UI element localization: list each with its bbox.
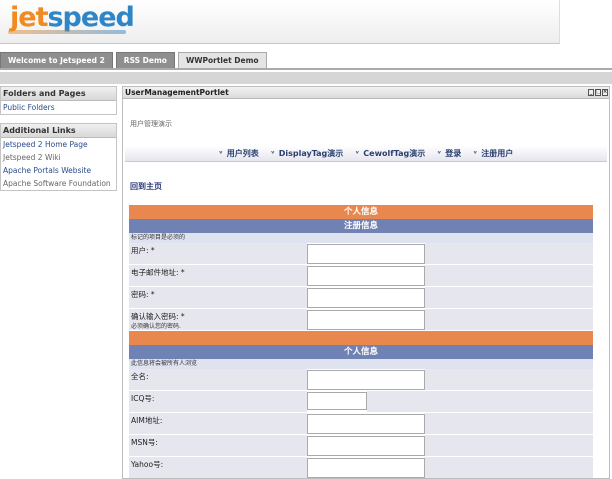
section-personal-info-2: 个人信息 (129, 345, 593, 359)
portlet-window-controls: _ □ × (588, 89, 608, 96)
msn-input[interactable] (307, 436, 425, 456)
nav-label: 用户列表 (226, 149, 259, 158)
public-hint: 此信息将会被所有人浏览 (129, 359, 593, 369)
logo-text-speed: speed (47, 2, 134, 33)
back-home-link[interactable]: 回到主页 (130, 181, 162, 192)
nav-login[interactable]: ᵛ 登录 (437, 148, 461, 159)
nav-label: CewolfTag演示 (363, 149, 426, 158)
form-row: 密码: * (129, 287, 593, 309)
sidebar: Folders and Pages Public Folders Additio… (0, 86, 117, 199)
tab-wwportlet-demo[interactable]: WWPortlet Demo (177, 52, 267, 68)
password-label: 密码: * (129, 287, 307, 308)
sidebar-link-home-page[interactable]: Jetspeed 2 Home Page (1, 138, 116, 151)
yahoo-input[interactable] (307, 458, 425, 478)
form-row: 确认输入密码: * 必须确认您的密码. (129, 309, 593, 331)
sidebar-link-asf[interactable]: Apache Software Foundation (1, 177, 116, 190)
password-input[interactable] (307, 288, 425, 308)
nav-arrow-icon: ᵛ (473, 149, 478, 158)
nav-user-list[interactable]: ᵛ 用户列表 (219, 148, 259, 159)
msn-label: MSN号: (129, 435, 307, 456)
yahoo-label: Yahoo号: (129, 457, 307, 478)
confirm-password-label-text: 确认输入密码: * (131, 312, 185, 321)
registration-form: 个人信息 注册信息 标记的项目是必须的 用户: * 电子邮件地址: * 密码: … (129, 205, 593, 478)
icq-input[interactable] (307, 392, 367, 410)
jetspeed-logo[interactable]: jetspeed (10, 2, 135, 33)
section-divider-orange (129, 331, 593, 345)
username-input[interactable] (307, 244, 425, 264)
portlet-subtitle: 用户管理演示 (130, 120, 172, 128)
sidebar-link-public-folders[interactable]: Public Folders (1, 101, 116, 114)
form-row: MSN号: (129, 435, 593, 457)
links-title: Additional Links (1, 124, 116, 138)
nav-arrow-icon: ᵛ (218, 149, 223, 158)
tabbar-divider (0, 68, 612, 70)
aim-label: AIM地址: (129, 413, 307, 434)
folders-section: Folders and Pages Public Folders (0, 86, 117, 115)
fullname-label: 全名: (129, 369, 307, 390)
sidebar-link-wiki[interactable]: Jetspeed 2 Wiki (1, 151, 116, 164)
aim-input[interactable] (307, 414, 425, 434)
tab-rss-demo[interactable]: RSS Demo (115, 52, 175, 68)
nav-cewolftag[interactable]: ᵛ CewolfTag演示 (355, 148, 425, 159)
form-row: 电子邮件地址: * (129, 265, 593, 287)
icq-label: ICQ号: (129, 391, 307, 412)
form-row: AIM地址: (129, 413, 593, 435)
nav-arrow-icon: ᵛ (437, 149, 442, 158)
email-label: 电子邮件地址: * (129, 265, 307, 286)
portlet-nav: ᵛ 用户列表 ᵛ DisplayTag演示 ᵛ CewolfTag演示 ᵛ 登录 ᵛ 注册… (125, 146, 607, 162)
portlet-title: UserManagementPortlet (125, 88, 229, 97)
fullname-input[interactable] (307, 370, 425, 390)
minimize-icon[interactable]: _ (588, 89, 594, 96)
confirm-password-hint: 必须确认您的密码. (131, 323, 181, 330)
nav-label: DisplayTag演示 (278, 149, 344, 158)
links-section: Additional Links Jetspeed 2 Home Page Je… (0, 123, 117, 191)
form-row: ICQ号: (129, 391, 593, 413)
portlet-title-bar: UserManagementPortlet _ □ × (123, 87, 609, 99)
nav-register[interactable]: ᵛ 注册用户 (473, 148, 513, 159)
nav-arrow-icon: ᵛ (270, 149, 275, 158)
user-management-portlet: UserManagementPortlet _ □ × 用户管理演示 ᵛ 用户列表… (122, 86, 610, 479)
confirm-password-label: 确认输入密码: * 必须确认您的密码. (129, 309, 307, 330)
confirm-password-input[interactable] (307, 310, 425, 330)
nav-displaytag[interactable]: ᵛ DisplayTag演示 (271, 148, 344, 159)
email-input[interactable] (307, 266, 425, 286)
nav-arrow-icon: ᵛ (355, 149, 360, 158)
folders-title: Folders and Pages (1, 87, 116, 101)
username-label: 用户: * (129, 243, 307, 264)
close-icon[interactable]: × (602, 89, 608, 96)
tab-welcome[interactable]: Welcome to Jetspeed 2 (0, 52, 113, 68)
menu-band (0, 72, 612, 84)
logo-text-jet: jet (10, 2, 48, 33)
required-hint: 标记的项目是必须的 (129, 233, 593, 243)
section-registration-info: 注册信息 (129, 219, 593, 233)
portal-header: jetspeed (0, 0, 560, 44)
form-row: 全名: (129, 369, 593, 391)
form-row: 用户: * (129, 243, 593, 265)
form-row: Yahoo号: (129, 457, 593, 478)
sidebar-link-portals-website[interactable]: Apache Portals Website (1, 164, 116, 177)
maximize-icon[interactable]: □ (595, 89, 601, 96)
logo-swoosh (8, 30, 126, 34)
nav-label: 注册用户 (481, 149, 514, 158)
nav-label: 登录 (445, 149, 462, 158)
page-tabs: Welcome to Jetspeed 2 RSS Demo WWPortlet… (0, 52, 270, 68)
section-personal-info: 个人信息 (129, 205, 593, 219)
